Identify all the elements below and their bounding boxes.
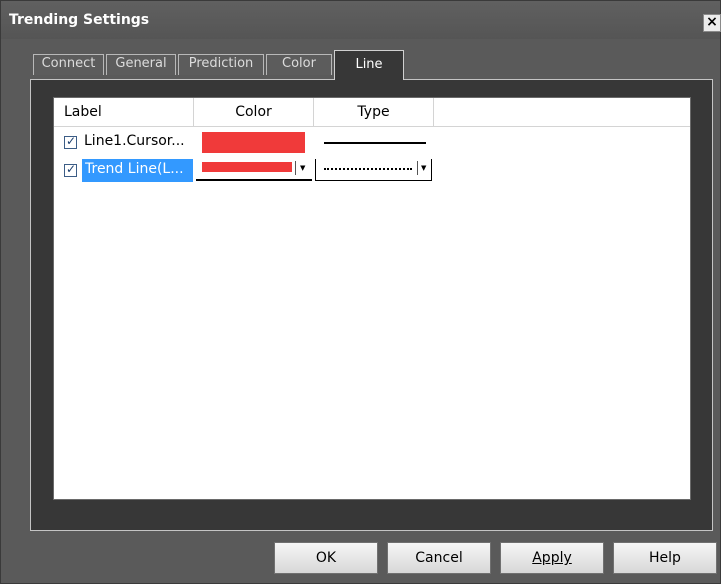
tab-color-label: Color — [282, 56, 316, 71]
tab-connect[interactable]: Connect — [33, 54, 104, 75]
tab-prediction-label: Prediction — [188, 56, 254, 71]
row-color-swatch[interactable] — [202, 132, 305, 153]
tab-general[interactable]: General — [106, 54, 176, 75]
table-row-selected[interactable]: ✓ Trend Line(L... ▼ ▼ — [54, 159, 690, 182]
dialog-title: Trending Settings — [9, 12, 150, 28]
ok-button[interactable]: OK — [274, 542, 378, 574]
close-button[interactable]: × — [703, 14, 721, 32]
cancel-button[interactable]: Cancel — [387, 542, 491, 574]
tab-line[interactable]: Line — [334, 50, 404, 80]
dropdown-separator — [417, 161, 418, 175]
column-header-color[interactable]: Color — [194, 98, 314, 127]
chevron-down-icon[interactable]: ▼ — [421, 164, 426, 172]
line-type-dropdown[interactable]: ▼ — [315, 159, 432, 181]
tab-general-label: General — [115, 56, 167, 71]
tab-panel-line: Label Color Type ✓ Line1.Cursor... ✓ Tre… — [30, 79, 713, 531]
tab-color[interactable]: Color — [266, 54, 332, 75]
row-visible-checkbox[interactable]: ✓ — [64, 162, 77, 177]
column-header-type[interactable]: Type — [314, 98, 434, 127]
checkmark-icon: ✓ — [66, 162, 77, 176]
row-visible-checkbox[interactable]: ✓ — [64, 134, 77, 149]
line-settings-list[interactable]: Label Color Type ✓ Line1.Cursor... ✓ Tre… — [53, 97, 691, 500]
tab-prediction[interactable]: Prediction — [178, 54, 264, 75]
trending-settings-dialog: Trending Settings × Connect General Pred… — [0, 0, 721, 584]
checkmark-icon: ✓ — [66, 134, 77, 148]
dotted-line-preview — [324, 168, 412, 170]
help-button[interactable]: Help — [613, 542, 717, 574]
row-label-selected[interactable]: Trend Line(L... — [82, 159, 193, 182]
dropdown-separator — [295, 161, 296, 175]
tab-connect-label: Connect — [41, 56, 96, 71]
row-label: Line1.Cursor... — [84, 133, 185, 149]
column-header-filler — [434, 98, 690, 127]
close-icon: × — [706, 14, 718, 30]
tab-line-label: Line — [355, 57, 383, 72]
apply-button[interactable]: Apply — [500, 542, 604, 574]
column-header-label[interactable]: Label — [54, 98, 194, 127]
row-line-type-solid[interactable] — [324, 142, 426, 144]
title-bar: Trending Settings × — [1, 1, 721, 39]
color-dropdown[interactable]: ▼ — [196, 159, 312, 181]
table-row[interactable]: ✓ Line1.Cursor... — [54, 132, 690, 153]
row-label: Trend Line(L... — [85, 161, 184, 177]
chevron-down-icon[interactable]: ▼ — [300, 164, 305, 172]
color-dropdown-swatch — [202, 162, 292, 172]
